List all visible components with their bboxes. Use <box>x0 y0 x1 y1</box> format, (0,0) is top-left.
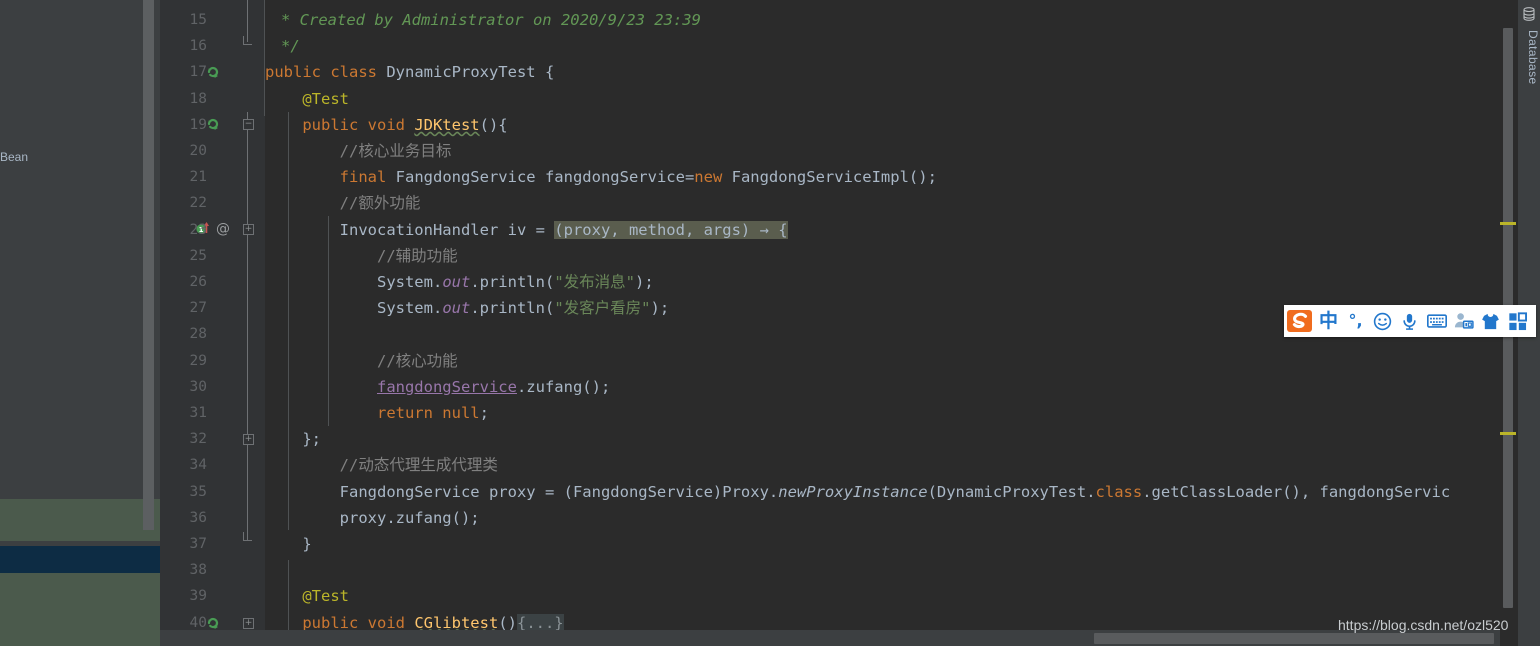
line-number: 19 <box>189 116 207 133</box>
line-number: 37 <box>189 536 207 552</box>
code-line[interactable]: public void JDKtest(){ <box>265 112 1500 138</box>
line-number: 17 <box>189 64 207 81</box>
warning-marker[interactable] <box>1500 432 1516 435</box>
line-number: 28 <box>189 326 207 343</box>
grid-icon <box>1509 311 1527 330</box>
code-line[interactable]: return null; <box>265 400 1500 426</box>
ime-voice-input-button[interactable] <box>1396 306 1423 336</box>
line-number: 20 <box>189 143 207 159</box>
line-number: 16 <box>189 38 207 55</box>
line-number: 30 <box>189 378 207 395</box>
left-panel-highlight-band-top <box>0 499 160 541</box>
ide-screenshot-root: Bean * Created by Administrator on 2020/… <box>0 0 1540 646</box>
code-line[interactable]: final FangdongService fangdongService=ne… <box>265 164 1500 190</box>
code-line[interactable]: InvocationHandler iv = (proxy, method, a… <box>265 217 1500 243</box>
code-line[interactable]: //核心功能 <box>265 348 1500 374</box>
code-line[interactable]: //额外功能 <box>265 190 1500 216</box>
line-number: 15 <box>189 12 207 28</box>
indent-guide <box>288 112 289 530</box>
indent-guide <box>264 0 265 116</box>
sogou-ime-toolbar[interactable]: 中 °, <box>1284 305 1536 337</box>
code-line[interactable]: FangdongService proxy = (FangdongService… <box>265 479 1500 505</box>
code-line[interactable]: @Test <box>265 583 1500 609</box>
code-line[interactable]: //核心业务目标 <box>265 138 1500 164</box>
fold-region-line <box>247 130 248 540</box>
ime-emoji-picker-button[interactable] <box>1369 306 1396 336</box>
line-number: 39 <box>189 588 207 605</box>
left-panel-scrollbar[interactable] <box>143 0 154 530</box>
run-test-icon[interactable] <box>206 116 220 135</box>
ime-skin-theme-button[interactable] <box>1477 306 1504 336</box>
left-panel-label: Bean <box>0 150 29 164</box>
fold-region-end[interactable] <box>243 36 252 45</box>
indent-guide <box>328 216 329 426</box>
run-test-icon[interactable] <box>206 64 220 83</box>
code-line[interactable]: proxy.zufang(); <box>265 505 1500 531</box>
warning-marker[interactable] <box>1500 222 1516 225</box>
ime-soft-keyboard-button[interactable] <box>1423 306 1450 336</box>
code-line[interactable]: //动态代理生成代理类 <box>265 452 1500 478</box>
line-number: 18 <box>189 90 207 107</box>
tshirt-icon <box>1482 313 1499 329</box>
code-line[interactable]: }; <box>265 426 1500 452</box>
code-line[interactable] <box>265 557 1500 583</box>
fold-toggle-expand[interactable]: + <box>243 618 254 629</box>
annotation-gutter-icon[interactable]: @ <box>216 221 230 237</box>
watermark-url: https://blog.csdn.net/ozl520 <box>1338 617 1509 633</box>
line-number: 34 <box>189 457 207 474</box>
line-number: 35 <box>189 483 207 500</box>
line-number: 38 <box>189 562 207 579</box>
fold-toggle-expand[interactable]: + <box>243 434 254 445</box>
ime-toolbox-menu-button[interactable] <box>1504 306 1531 336</box>
emoji-icon <box>1373 312 1392 330</box>
tool-window-tab-database[interactable]: Database <box>1518 4 1540 85</box>
line-number: 26 <box>189 274 207 290</box>
keyboard-icon <box>1426 314 1447 328</box>
ime-language-mode-label: 中 <box>1318 309 1338 332</box>
line-number: 25 <box>189 247 207 264</box>
ime-punctuation-mode-label: °, <box>1348 311 1363 330</box>
ime-punctuation-mode-toggle[interactable]: °, <box>1342 306 1369 336</box>
ime-language-mode-toggle[interactable]: 中 <box>1315 306 1342 336</box>
fold-region-end[interactable] <box>243 532 252 541</box>
code-line[interactable]: System.out.println("发布消息"); <box>265 269 1500 295</box>
line-number: 21 <box>189 169 207 186</box>
left-tool-panel[interactable]: Bean <box>0 0 160 646</box>
line-number: 36 <box>189 509 207 526</box>
left-panel-highlight-band-bottom <box>0 573 160 646</box>
code-line[interactable]: } <box>265 531 1500 557</box>
code-line[interactable]: //辅助功能 <box>265 243 1500 269</box>
editor-horizontal-scrollbar-thumb[interactable] <box>1094 633 1494 644</box>
ime-user-account-button[interactable] <box>1450 306 1477 336</box>
code-line[interactable]: */ <box>281 33 1500 59</box>
line-number: 31 <box>189 405 207 421</box>
code-line[interactable]: public class DynamicProxyTest { <box>265 59 1500 85</box>
fold-toggle-collapse[interactable]: − <box>243 119 254 130</box>
line-number: 22 <box>189 195 207 212</box>
user-badge-icon <box>1454 313 1474 329</box>
code-line[interactable]: fangdongService.zufang(); <box>265 374 1500 400</box>
microphone-icon <box>1403 313 1416 330</box>
code-line[interactable]: * Created by Administrator on 2020/9/23 … <box>281 7 1500 33</box>
line-number: 27 <box>189 300 207 317</box>
code-line[interactable]: @Test <box>265 86 1500 112</box>
line-number: 29 <box>189 352 207 369</box>
line-number: 32 <box>189 431 207 448</box>
left-panel-selected-row[interactable] <box>0 546 160 573</box>
line-number: 23 <box>189 221 207 238</box>
fold-toggle-expand[interactable]: + <box>243 224 254 235</box>
sogou-logo-icon[interactable] <box>1285 306 1315 336</box>
